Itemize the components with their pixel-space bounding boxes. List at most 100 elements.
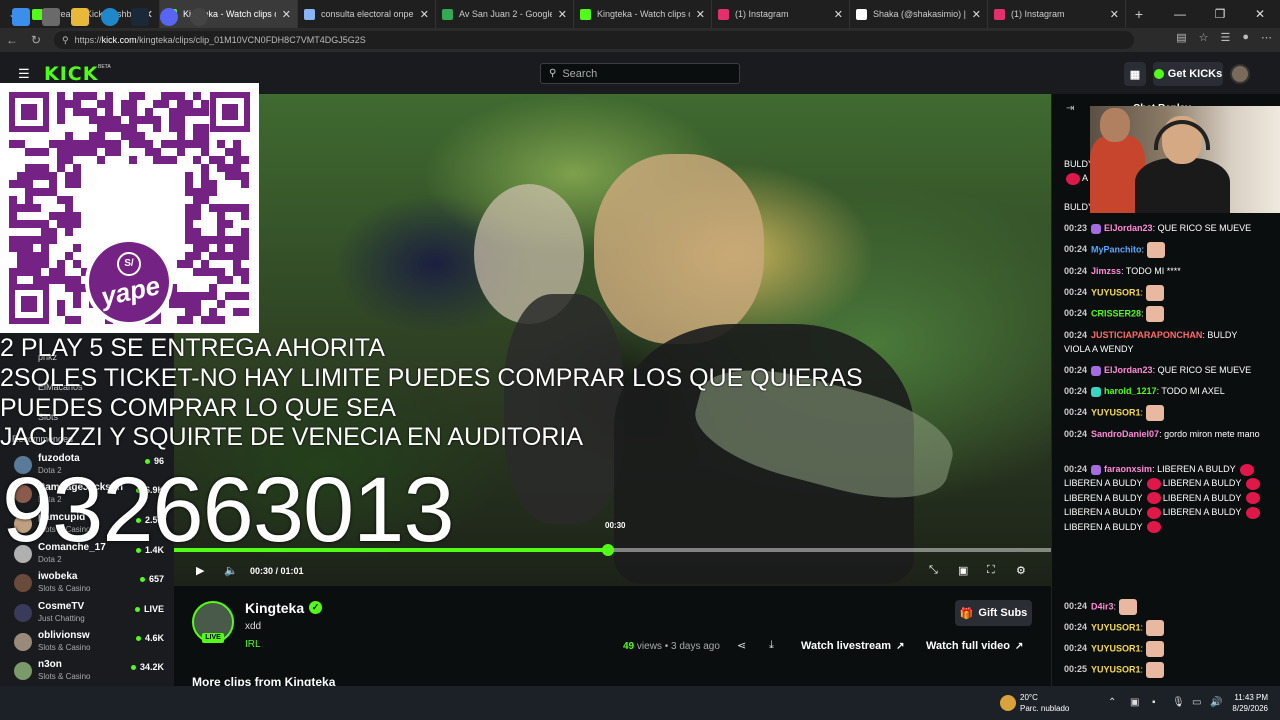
tray-overflow-icon[interactable]: ⌃	[1108, 697, 1116, 708]
url-field[interactable]: ⚲ https://kick.com/kingteka/clips/clip_0…	[54, 31, 1134, 49]
emote-icon	[1145, 641, 1164, 657]
steam-icon[interactable]	[131, 8, 149, 26]
chat-text: LIBEREN A BULDY	[1064, 478, 1143, 489]
emote-icon	[1145, 662, 1164, 678]
chat-username[interactable]: faraonxsim	[1104, 464, 1152, 474]
sidebar-channel[interactable]: CosmeTV Just Chatting LIVE	[14, 600, 164, 626]
theater-mode-icon[interactable]: ▣	[958, 564, 968, 577]
kick-logo[interactable]: KICK	[44, 63, 98, 85]
collections-icon[interactable]: ☰	[1220, 31, 1230, 44]
watch-full-video-button[interactable]: Watch full video ↗	[926, 634, 1023, 658]
chat-username[interactable]: ElJordan23	[1104, 223, 1153, 233]
browser-tab[interactable]: (1) Instagram ✕	[988, 0, 1126, 28]
new-tab-icon[interactable]: +	[1126, 6, 1152, 22]
yape-brand-text: yape	[98, 270, 163, 312]
network-icon[interactable]: ▭	[1192, 697, 1201, 708]
play-icon[interactable]: ▶	[196, 564, 204, 577]
browser-tab[interactable]: Kingteka - Watch clips on Kick✕	[160, 0, 298, 28]
chat-username[interactable]: YUYUSOR1	[1091, 622, 1141, 632]
weather-widget[interactable]: 20°C Parc. nublado	[1020, 692, 1069, 714]
close-tab-icon[interactable]: ✕	[696, 8, 705, 21]
clock-date: 8/29/2026	[1232, 704, 1268, 713]
browser-tab[interactable]: Shaka (@shakasimio) | TikTok ✕	[850, 0, 988, 28]
clip-title: xdd	[245, 621, 262, 632]
chat-username[interactable]: JUSTICIAPARAPONCHAN	[1091, 330, 1202, 340]
chat-timestamp: 00:24	[1064, 622, 1088, 633]
tray-app-icon[interactable]: ▪	[1152, 697, 1156, 708]
tray-app-icon[interactable]: ▣	[1130, 697, 1139, 708]
close-tab-icon[interactable]: ✕	[558, 8, 567, 21]
sidebar-channel[interactable]: n3on Slots & Casino 34.2K	[14, 658, 164, 684]
minimize-icon[interactable]: —	[1160, 0, 1200, 28]
watch-livestream-button[interactable]: Watch livestream ↗	[801, 634, 904, 658]
channel-name: CosmeTV	[38, 601, 85, 612]
profile-icon[interactable]: ●	[1242, 31, 1249, 44]
chat-username[interactable]: YUYUSOR1	[1091, 643, 1141, 653]
sidebar-channel[interactable]: oblivionsw Slots & Casino 4.6K	[14, 629, 164, 655]
chat-username[interactable]: YUYUSOR1	[1091, 407, 1141, 417]
chat-username[interactable]: ElJordan23	[1104, 365, 1153, 375]
close-tab-icon[interactable]: ✕	[972, 8, 981, 21]
viewer-count-value: 34.2K	[139, 662, 164, 672]
sidebar-channel[interactable]: iwobeka Slots & Casino 657	[14, 570, 164, 596]
chat-message: 00:24 JUSTICIAPARAPONCHAN: BULDY VIOLA A …	[1064, 330, 1238, 355]
chat-username[interactable]: CRISSER28	[1091, 308, 1141, 318]
browser-tab[interactable]: Av San Juan 2 - Google Maps ✕	[436, 0, 574, 28]
settings-icon[interactable]: ⚙	[1016, 564, 1026, 577]
views-label: views	[636, 641, 662, 652]
window-controls: — ❐ ✕	[1160, 0, 1280, 28]
reader-icon[interactable]: ▤	[1176, 31, 1186, 44]
download-icon[interactable]: ⤓	[769, 639, 774, 652]
shrink-icon[interactable]: ⤡	[929, 564, 938, 577]
clip-age: 3 days ago	[670, 641, 720, 652]
menu-icon[interactable]: ☰	[18, 66, 30, 82]
close-tab-icon[interactable]: ✕	[282, 8, 291, 21]
browser-tab[interactable]: (1) Instagram ✕	[712, 0, 850, 28]
weather-icon[interactable]	[1000, 695, 1016, 711]
chat-username[interactable]: D4ir3	[1091, 601, 1114, 611]
file-explorer-icon[interactable]	[71, 8, 89, 26]
chat-message: 00:24 D4ir3:	[1064, 599, 1264, 615]
close-tab-icon[interactable]: ✕	[1110, 8, 1119, 21]
browser-tab[interactable]: Kingteka - Watch clips on Kick✕	[574, 0, 712, 28]
discord-icon[interactable]	[160, 8, 178, 26]
task-view-icon[interactable]	[42, 8, 60, 26]
tab-title: Av San Juan 2 - Google Maps	[459, 9, 552, 19]
microphone-icon[interactable]: 🎙	[1172, 697, 1185, 708]
start-icon[interactable]	[12, 8, 30, 26]
chat-username[interactable]: SandroDaniel07	[1091, 429, 1159, 439]
volume-icon[interactable]: 🔈	[224, 564, 238, 577]
chat-username[interactable]: YUYUSOR1	[1091, 664, 1141, 674]
reload-icon[interactable]: ↻	[24, 33, 48, 47]
obs-icon[interactable]	[190, 8, 208, 26]
close-window-icon[interactable]: ✕	[1240, 0, 1280, 28]
browser-tab[interactable]: consulta electoral onpe - Se ✕	[298, 0, 436, 28]
chat-username[interactable]: Jimzss	[1091, 266, 1121, 276]
speaker-icon[interactable]: 🔊	[1210, 697, 1222, 708]
site-info-icon[interactable]: ⚲	[62, 35, 69, 46]
back-icon[interactable]: ←	[0, 33, 24, 47]
gift-subs-button[interactable]: 🎁 Gift Subs	[955, 600, 1032, 626]
layout-icon[interactable]: ▦	[1124, 62, 1146, 86]
search-input[interactable]: ⚲ Search	[540, 63, 740, 84]
chat-username[interactable]: MyPanchito	[1091, 244, 1142, 254]
edge-icon[interactable]	[101, 8, 119, 26]
chat-username[interactable]: harold_1217	[1104, 386, 1157, 396]
system-clock[interactable]: 11:43 PM 8/29/2026	[1226, 692, 1268, 714]
beta-label: BETA	[98, 64, 111, 70]
tab-title: consulta electoral onpe - Se	[321, 9, 414, 19]
share-icon[interactable]: ⋖	[737, 639, 746, 652]
progress-knob[interactable]	[602, 544, 615, 556]
collapse-chat-icon[interactable]: ⇥	[1066, 103, 1074, 114]
user-avatar[interactable]	[1230, 64, 1250, 84]
close-tab-icon[interactable]: ✕	[420, 8, 429, 21]
fullscreen-icon[interactable]: ⛶	[987, 564, 995, 577]
maximize-icon[interactable]: ❐	[1200, 0, 1240, 28]
channel-name[interactable]: Kingteka	[245, 600, 304, 616]
get-kicks-button[interactable]: Get KICKs	[1153, 62, 1223, 86]
chat-username[interactable]: YUYUSOR1	[1091, 287, 1141, 297]
close-tab-icon[interactable]: ✕	[834, 8, 843, 21]
category-link[interactable]: IRL	[245, 639, 261, 650]
favorite-star-icon[interactable]: ☆	[1199, 31, 1209, 44]
more-menu-icon[interactable]: ⋯	[1261, 31, 1272, 44]
